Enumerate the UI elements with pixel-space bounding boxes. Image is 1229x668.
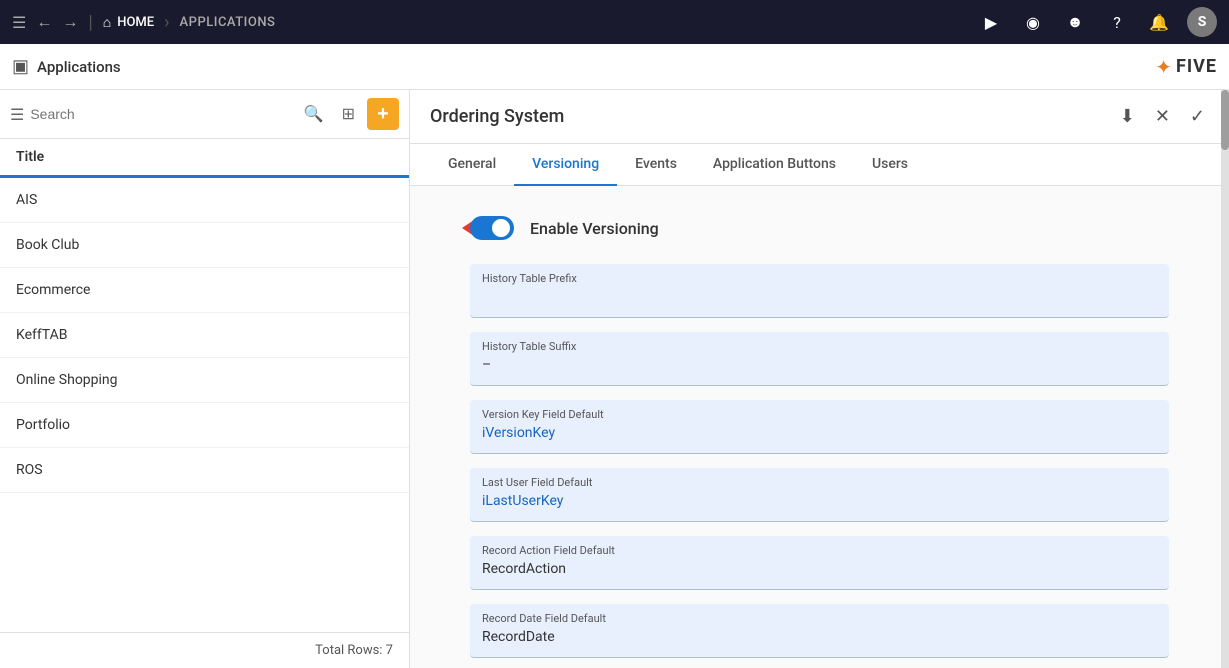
tab-general[interactable]: General <box>430 144 514 186</box>
scrollbar-thumb[interactable] <box>1221 90 1229 150</box>
list-item[interactable]: AIS <box>0 178 409 223</box>
sidebar-toggle-icon[interactable]: ▣ <box>12 56 29 77</box>
sidebar-header: Title <box>0 139 409 178</box>
list-item[interactable]: Ecommerce <box>0 268 409 313</box>
history-table-prefix-value <box>482 289 1157 309</box>
sidebar-header-title: Title <box>16 149 44 165</box>
last-user-label: Last User Field Default <box>482 476 1157 489</box>
play-icon[interactable]: ▶ <box>977 8 1005 36</box>
back-icon[interactable]: ← <box>36 12 52 32</box>
history-table-prefix-field[interactable]: History Table Prefix <box>470 264 1169 318</box>
nav-right-icons: ▶ ◉ ☻ ? 🔔 S <box>977 7 1217 37</box>
user-avatar[interactable]: S <box>1187 7 1217 37</box>
content-header: Ordering System ⬇ ✕ ✓ <box>410 90 1229 144</box>
list-item[interactable]: KeffTAB <box>0 313 409 358</box>
search-input[interactable] <box>30 106 291 122</box>
list-item[interactable]: ROS <box>0 448 409 493</box>
version-key-value: iVersionKey <box>482 425 1157 445</box>
nav-separator: | <box>88 12 92 33</box>
tab-events[interactable]: Events <box>617 144 695 186</box>
confirm-button[interactable]: ✓ <box>1186 102 1209 131</box>
five-logo-star-icon: ✦ <box>1155 55 1172 79</box>
broadcast-icon[interactable]: ◉ <box>1019 8 1047 36</box>
enable-versioning-label: Enable Versioning <box>530 219 659 238</box>
sidebar-footer: Total Rows: 7 <box>0 632 409 668</box>
help-icon[interactable]: ? <box>1103 8 1131 36</box>
expand-button[interactable]: ⊞ <box>336 102 361 126</box>
close-button[interactable]: ✕ <box>1151 102 1174 131</box>
app-section-title: ▣ Applications <box>12 56 121 77</box>
tab-users[interactable]: Users <box>854 144 926 186</box>
tab-application-buttons[interactable]: Application Buttons <box>695 144 854 186</box>
robot-icon[interactable]: ☻ <box>1061 8 1089 36</box>
version-key-field[interactable]: Version Key Field Default iVersionKey <box>470 400 1169 454</box>
download-button[interactable]: ⬇ <box>1116 102 1139 131</box>
secondary-bar: ▣ Applications ✦ FIVE <box>0 44 1229 90</box>
add-button[interactable]: + <box>367 98 399 130</box>
list-item[interactable]: Online Shopping <box>0 358 409 403</box>
five-logo-text: FIVE <box>1176 56 1217 77</box>
history-table-prefix-label: History Table Prefix <box>482 272 1157 285</box>
content-area: Ordering System ⬇ ✕ ✓ General Versioning… <box>410 90 1229 668</box>
form-area: Enable Versioning History Table Prefix H… <box>410 186 1229 668</box>
total-rows-label: Total Rows: 7 <box>315 643 393 658</box>
app-section-label: Applications <box>37 58 121 76</box>
version-key-label: Version Key Field Default <box>482 408 1157 421</box>
search-button[interactable]: 🔍 <box>298 102 330 126</box>
tabs-bar: General Versioning Events Application Bu… <box>410 144 1229 186</box>
record-date-field[interactable]: Record Date Field Default RecordDate <box>470 604 1169 658</box>
top-navigation: ☰ ← → | ⌂ HOME › APPLICATIONS ▶ ◉ ☻ ? 🔔 … <box>0 0 1229 44</box>
last-user-field[interactable]: Last User Field Default iLastUserKey <box>470 468 1169 522</box>
list-item[interactable]: Portfolio <box>0 403 409 448</box>
vertical-scrollbar[interactable] <box>1221 90 1229 668</box>
content-actions: ⬇ ✕ ✓ <box>1116 102 1209 131</box>
record-date-label: Record Date Field Default <box>482 612 1157 625</box>
breadcrumb-separator: › <box>164 12 169 33</box>
hamburger-menu-icon[interactable]: ☰ <box>12 13 26 32</box>
record-date-value: RecordDate <box>482 629 1157 649</box>
record-action-value: RecordAction <box>482 561 1157 581</box>
applications-breadcrumb[interactable]: APPLICATIONS <box>180 15 276 30</box>
home-icon: ⌂ <box>103 14 111 31</box>
tab-versioning[interactable]: Versioning <box>514 144 617 186</box>
forward-icon[interactable]: → <box>62 12 78 32</box>
list-item[interactable]: Book Club <box>0 223 409 268</box>
history-table-suffix-label: History Table Suffix <box>482 340 1157 353</box>
main-layout: ☰ 🔍 ⊞ + Title AIS Book Club Ecommerce Ke… <box>0 90 1229 668</box>
five-logo: ✦ FIVE <box>1155 55 1217 79</box>
last-user-value: iLastUserKey <box>482 493 1157 513</box>
sidebar-toolbar: ☰ 🔍 ⊞ + <box>0 90 409 139</box>
content-title: Ordering System <box>430 106 1116 127</box>
history-table-suffix-field[interactable]: History Table Suffix – <box>470 332 1169 386</box>
sidebar: ☰ 🔍 ⊞ + Title AIS Book Club Ecommerce Ke… <box>0 90 410 668</box>
record-action-field[interactable]: Record Action Field Default RecordAction <box>470 536 1169 590</box>
history-table-suffix-value: – <box>482 357 1157 377</box>
home-label: HOME <box>117 15 154 30</box>
sidebar-list: AIS Book Club Ecommerce KeffTAB Online S… <box>0 178 409 632</box>
bell-icon[interactable]: 🔔 <box>1145 8 1173 36</box>
filter-icon[interactable]: ☰ <box>10 105 24 124</box>
home-nav-item[interactable]: ⌂ HOME <box>103 14 154 31</box>
record-action-label: Record Action Field Default <box>482 544 1157 557</box>
enable-versioning-toggle[interactable] <box>470 216 514 240</box>
enable-versioning-row: Enable Versioning <box>470 216 1169 240</box>
